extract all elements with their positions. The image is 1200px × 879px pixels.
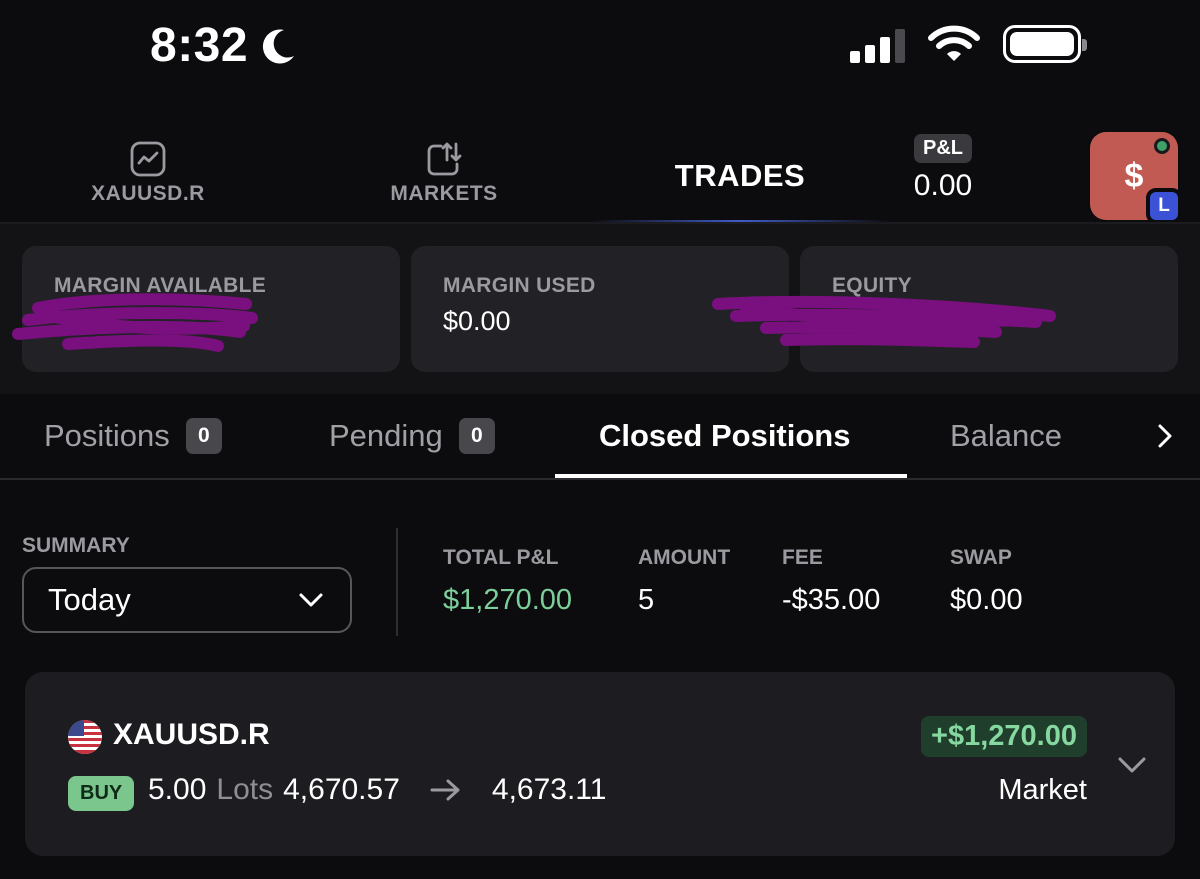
trade-profit: +$1,270.00 xyxy=(921,716,1087,757)
nav-item-xauusd[interactable]: XAUUSD.R xyxy=(88,140,208,206)
redaction-scribble xyxy=(12,293,258,352)
trade-details: 5.00 Lots 4,670.57 4,673.11 xyxy=(148,773,606,807)
dollar-icon: $ xyxy=(1124,156,1144,195)
selected-period: Today xyxy=(48,582,131,617)
pnl-summary: P&L 0.00 xyxy=(905,134,981,203)
chart-icon xyxy=(130,141,166,177)
top-navigation: XAUUSD.R MARKETS TRADES P&L 0.00 $ L xyxy=(0,120,1200,224)
account-type-badge: L xyxy=(1146,188,1182,224)
trade-symbol: XAUUSD.R xyxy=(113,718,270,751)
tab-count-badge: 0 xyxy=(458,418,495,454)
wifi-icon xyxy=(928,25,980,61)
status-time: 8:32 xyxy=(150,18,298,73)
open-price: 4,670.57 xyxy=(283,773,400,806)
tab-positions[interactable]: Positions 0 xyxy=(44,418,222,454)
trade-side-badge: BUY xyxy=(68,776,135,811)
summary-divider xyxy=(396,528,398,636)
stat-amount: AMOUNT 5 xyxy=(638,546,730,617)
stat-label: TOTAL P&L xyxy=(443,546,559,569)
summary-period-select[interactable]: Today xyxy=(22,567,352,633)
stat-value: 5 xyxy=(638,584,655,616)
nav-item-label: XAUUSD.R xyxy=(91,182,205,205)
stat-label: AMOUNT xyxy=(638,546,731,569)
tab-count-badge: 0 xyxy=(185,418,222,454)
chevron-down-icon[interactable] xyxy=(1115,748,1149,782)
nav-item-markets[interactable]: MARKETS xyxy=(384,140,504,206)
active-tab-indicator xyxy=(555,474,907,478)
summary-label: SUMMARY xyxy=(22,534,130,557)
moon-icon xyxy=(262,28,295,63)
stat-value: $0.00 xyxy=(950,584,1023,616)
us-flag-icon xyxy=(68,720,102,754)
chevron-right-icon[interactable] xyxy=(1150,420,1182,452)
pnl-label: P&L xyxy=(914,134,972,163)
tab-label: Pending xyxy=(329,418,443,453)
tab-label: Closed Positions xyxy=(599,418,851,453)
stat-value: $1,270.00 xyxy=(443,584,573,616)
stat-value: -$35.00 xyxy=(782,584,881,616)
stat-label: SWAP xyxy=(950,546,1012,569)
order-type: Market xyxy=(998,774,1087,806)
pnl-value: 0.00 xyxy=(913,169,973,202)
tab-pending[interactable]: Pending 0 xyxy=(329,418,495,454)
account-avatar-button[interactable]: $ L xyxy=(1090,132,1182,224)
trade-lots: 5.00 xyxy=(148,773,207,806)
nav-item-label: MARKETS xyxy=(390,182,498,205)
close-price: 4,673.11 xyxy=(491,773,607,806)
tab-balance[interactable]: Balance xyxy=(950,418,1062,454)
account-cards: MARGIN AVAILABLE MARGIN USED $0.00 EQUIT… xyxy=(0,224,1200,394)
lots-label: Lots xyxy=(216,773,274,806)
tab-label: Positions xyxy=(44,418,170,453)
closed-position-card[interactable]: XAUUSD.R BUY 5.00 Lots 4,670.57 4,673.11… xyxy=(25,672,1175,856)
status-indicators xyxy=(850,24,1087,64)
stat-fee: FEE -$35.00 xyxy=(782,546,880,617)
chevron-down-icon xyxy=(299,593,323,607)
tab-closed-positions[interactable]: Closed Positions xyxy=(599,418,850,454)
trade-tabs: Positions 0 Pending 0 Closed Positions B… xyxy=(0,394,1200,482)
redaction-scribble xyxy=(712,295,1056,348)
clock: 8:32 xyxy=(150,19,249,72)
online-status-dot xyxy=(1154,138,1170,154)
nav-item-trades[interactable]: TRADES xyxy=(600,158,880,194)
stat-total-pnl: TOTAL P&L $1,270.00 xyxy=(443,546,572,617)
tab-label: Balance xyxy=(950,418,1063,453)
markets-icon xyxy=(427,142,462,176)
stat-label: FEE xyxy=(782,546,823,569)
tabs-divider xyxy=(0,478,1200,480)
trading-app: 8:32 XAUUSD.R MARKETS TRADES P&L 0.00 $ … xyxy=(0,0,1200,879)
battery-icon xyxy=(1003,25,1087,63)
arrow-right-icon xyxy=(430,779,460,801)
cellular-signal-icon xyxy=(850,25,905,63)
stat-swap: SWAP $0.00 xyxy=(950,546,1023,617)
